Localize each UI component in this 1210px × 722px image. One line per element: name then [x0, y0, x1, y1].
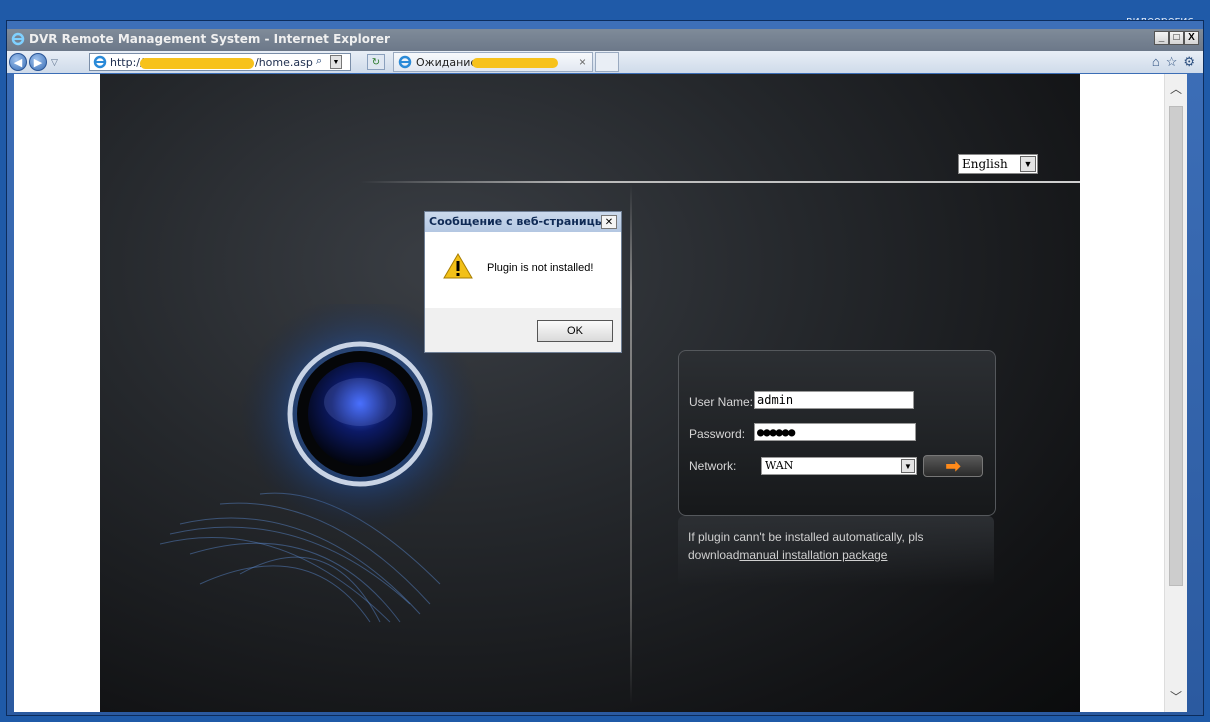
refresh-icon[interactable]: ↻	[367, 54, 385, 70]
redacted-host	[140, 58, 254, 69]
address-prefix: http://	[110, 56, 144, 69]
scroll-down-icon[interactable]: ﹀	[1170, 688, 1182, 705]
address-path: /home.asp	[255, 56, 313, 69]
redacted-tab-text	[472, 58, 558, 68]
minimize-button[interactable]: _	[1154, 31, 1169, 45]
username-field[interactable]: admin	[754, 391, 914, 409]
tab-label: Ожидание	[416, 56, 478, 69]
search-icon[interactable]: ⌕	[316, 55, 322, 68]
tab-active[interactable]: Ожидание ×	[393, 52, 593, 72]
content-area: English ▼ User Name: admin Password: ●●●…	[14, 74, 1187, 712]
network-label: Network:	[689, 459, 737, 473]
warning-icon	[443, 253, 473, 279]
manual-installation-link[interactable]: manual installation package	[739, 548, 887, 562]
back-icon[interactable]: ◀	[9, 53, 27, 71]
network-select[interactable]: WAN ▼	[761, 457, 917, 475]
dvr-login-page: English ▼ User Name: admin Password: ●●●…	[100, 74, 1080, 712]
ie-icon	[93, 55, 107, 69]
alert-dialog: Сообщение с веб-страницы ✕ Plugin is not…	[424, 211, 622, 353]
ie-icon	[398, 55, 412, 69]
tab-close-icon[interactable]: ×	[579, 55, 586, 69]
password-label: Password:	[689, 427, 746, 441]
arrow-right-icon: ➡	[945, 455, 961, 476]
dialog-title-bar: Сообщение с веб-страницы ✕	[425, 212, 621, 232]
network-value: WAN	[765, 459, 794, 472]
ie-icon	[11, 32, 25, 46]
history-dropdown-icon[interactable]: ▽	[51, 57, 58, 68]
forward-icon[interactable]: ▶	[29, 53, 47, 71]
scrollbar-thumb[interactable]	[1169, 106, 1183, 586]
close-button[interactable]: X	[1184, 31, 1199, 45]
gear-icon[interactable]: ⚙	[1183, 54, 1195, 70]
language-select[interactable]: English ▼	[958, 154, 1038, 174]
login-button[interactable]: ➡	[923, 455, 983, 477]
address-bar[interactable]: http:// /home.asp ⌕ ▼	[89, 53, 351, 71]
username-label: User Name:	[689, 395, 754, 409]
star-icon[interactable]: ☆	[1166, 54, 1178, 70]
language-value: English	[962, 157, 1008, 171]
ok-button[interactable]: OK	[537, 320, 613, 342]
toolbar-icons: ⌂ ☆ ⚙	[1152, 54, 1195, 70]
login-panel: User Name: admin Password: ●●●●●● Networ…	[678, 350, 996, 516]
dialog-message: Plugin is not installed!	[487, 262, 594, 274]
window-controls: _ □ X	[1154, 31, 1199, 45]
chevron-down-icon[interactable]: ▼	[1020, 156, 1036, 172]
horizontal-divider	[360, 181, 1080, 183]
new-tab-button[interactable]	[595, 52, 619, 72]
dialog-close-button[interactable]: ✕	[601, 215, 617, 229]
chevron-down-icon[interactable]: ▼	[901, 459, 915, 473]
vertical-divider	[630, 184, 632, 704]
title-bar: DVR Remote Management System - Internet …	[7, 29, 1203, 51]
plugin-info-text: If plugin cann't be installed automatica…	[688, 528, 978, 564]
maximize-button[interactable]: □	[1169, 31, 1184, 45]
address-dropdown-button[interactable]: ▼	[330, 55, 342, 69]
navigation-bar: ◀ ▶ ▽ http:// /home.asp ⌕ ▼ ↻ Ожидание ×	[7, 51, 1203, 73]
home-icon[interactable]: ⌂	[1152, 54, 1160, 70]
window-title: DVR Remote Management System - Internet …	[29, 32, 390, 46]
vertical-scrollbar[interactable]: ︿ ﹀	[1164, 74, 1187, 712]
dialog-body: Plugin is not installed!	[425, 232, 621, 308]
password-field[interactable]: ●●●●●●	[754, 423, 916, 441]
scroll-up-icon[interactable]: ︿	[1170, 80, 1182, 97]
dialog-title: Сообщение с веб-страницы	[429, 215, 605, 228]
info-panel: If plugin cann't be installed automatica…	[678, 516, 994, 586]
